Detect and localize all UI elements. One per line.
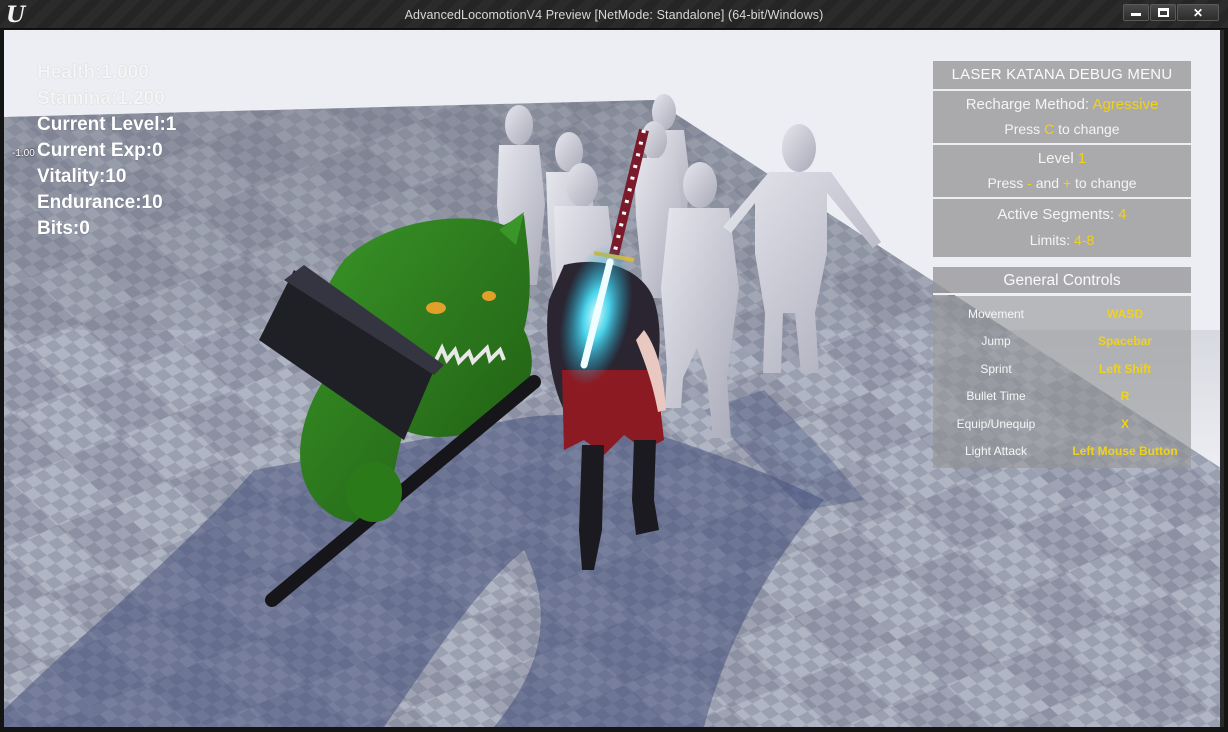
recharge-hint-key: C: [1044, 121, 1055, 137]
game-viewport[interactable]: Health:1.000 Stamina:1.200 Current Level…: [4, 30, 1224, 727]
control-action: Equip/Unequip: [956, 416, 1036, 431]
control-key: R: [1120, 389, 1130, 404]
stat-current-level: Current Level:1: [37, 114, 177, 135]
level-value: 1: [1077, 150, 1087, 167]
player-stats-hud: Health:1.000 Stamina:1.200 Current Level…: [37, 60, 176, 242]
maximize-icon: [1157, 8, 1169, 17]
control-row: Light Attack Left Mouse Button: [933, 438, 1191, 466]
ogre-eye-right: [482, 291, 496, 301]
ogre-eye-left: [426, 302, 446, 314]
minimize-button[interactable]: [1123, 4, 1149, 21]
recharge-hint-suffix: to change: [1054, 121, 1120, 137]
control-key: Left Mouse Button: [1072, 444, 1178, 459]
control-row: Movement WASD: [933, 300, 1191, 328]
level-hint-prefix: Press: [987, 175, 1028, 191]
stat-vitality: Vitality:10: [37, 166, 127, 187]
level-section: Level 1 Press - and + to change: [933, 145, 1191, 197]
control-action: Movement: [967, 306, 1025, 321]
segments-label: Active Segments:: [997, 206, 1119, 223]
control-action: Light Attack: [964, 444, 1028, 459]
level-label: Level: [1037, 150, 1078, 167]
viewport-edge: [1220, 30, 1224, 727]
stat-bits: Bits:0: [37, 218, 90, 239]
control-key: Spacebar: [1097, 334, 1153, 349]
limits-label: Limits:: [1029, 232, 1075, 248]
recharge-value: Agressive: [1092, 96, 1159, 113]
stat-current-exp: Current Exp:0: [37, 140, 163, 161]
control-row: Jump Spacebar: [933, 328, 1191, 356]
control-action: Jump: [981, 334, 1011, 349]
level-hint-mid: and: [1031, 175, 1063, 191]
control-action: Sprint: [980, 361, 1012, 376]
recharge-label: Recharge Method:: [965, 96, 1093, 113]
control-key: X: [1120, 416, 1129, 431]
segments-section: Active Segments: 4 Limits: 4-8: [933, 199, 1191, 257]
debug-value-text: -1.00: [12, 148, 35, 159]
control-key: WASD: [1107, 306, 1143, 321]
recharge-method-section: Recharge Method: Agressive Press C to ch…: [933, 91, 1191, 143]
general-controls-title: General Controls: [933, 267, 1191, 295]
stat-stamina: Stamina:1.200: [37, 88, 165, 109]
minimize-icon: [1131, 13, 1141, 16]
control-row: Sprint Left Shift: [933, 355, 1191, 383]
level-hint-key-plus: +: [1062, 175, 1072, 191]
ogre-hand: [346, 462, 402, 522]
maximize-button[interactable]: [1150, 4, 1176, 21]
close-icon: ✕: [1192, 5, 1204, 20]
recharge-hint-prefix: Press: [1004, 121, 1045, 137]
level-hint-suffix: to change: [1071, 175, 1137, 191]
limits-value: 4-8: [1074, 232, 1095, 248]
window-title: AdvancedLocomotionV4 Preview [NetMode: S…: [404, 8, 824, 22]
control-row: Equip/Unequip X: [933, 410, 1191, 438]
control-action: Bullet Time: [966, 389, 1026, 404]
control-row: Bullet Time R: [933, 383, 1191, 411]
stat-endurance: Endurance:10: [37, 192, 163, 213]
general-controls-table: Movement WASD Jump Spacebar Sprint Left …: [933, 296, 1191, 468]
laser-katana-debug-menu: LASER KATANA DEBUG MENU Recharge Method:…: [933, 61, 1191, 468]
window-controls: ✕: [1123, 4, 1219, 21]
close-button[interactable]: ✕: [1177, 4, 1219, 21]
debug-menu-title: LASER KATANA DEBUG MENU: [933, 61, 1191, 89]
title-bar[interactable]: U AdvancedLocomotionV4 Preview [NetMode:…: [0, 0, 1228, 29]
stat-health: Health:1.000: [37, 62, 149, 83]
game-window: U AdvancedLocomotionV4 Preview [NetMode:…: [0, 0, 1228, 732]
segments-value: 4: [1118, 206, 1127, 223]
control-key: Left Shift: [1099, 361, 1151, 376]
